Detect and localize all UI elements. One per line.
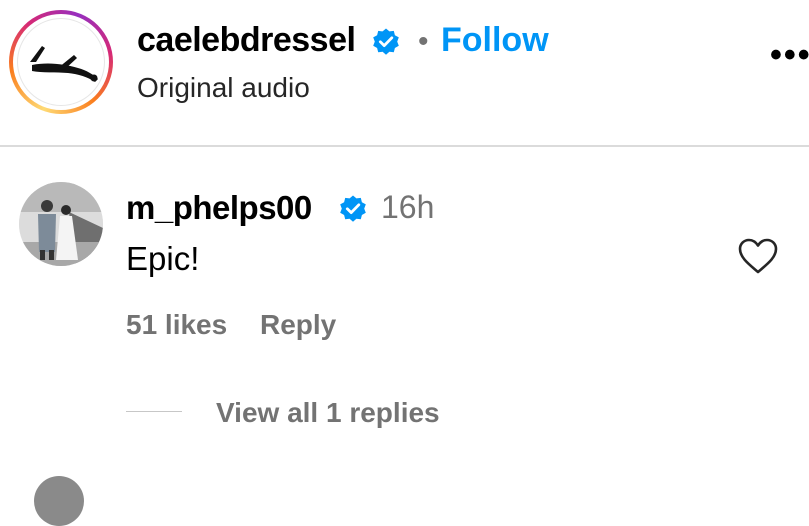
comment-username[interactable]: m_phelps00 [126, 189, 312, 227]
post-header: caelebdressel • Follow Original audio ••… [0, 0, 809, 145]
wedding-photo-avatar-icon [19, 182, 103, 266]
verified-badge-icon [371, 27, 401, 57]
separator-dot: • [418, 25, 429, 58]
header-divider [0, 145, 809, 147]
story-ring[interactable] [9, 10, 113, 114]
comment-timestamp[interactable]: 16h [381, 189, 434, 226]
more-options-icon[interactable]: ••• [770, 36, 809, 75]
avatar[interactable] [17, 18, 105, 106]
view-replies-button[interactable]: View all 1 replies [216, 397, 440, 429]
replies-line [126, 411, 182, 412]
follow-button[interactable]: Follow [441, 21, 549, 60]
like-heart-icon[interactable] [736, 236, 780, 276]
original-audio-link[interactable]: Original audio [137, 72, 310, 104]
swimmer-logo-icon [30, 46, 98, 82]
comment-text: Epic! [126, 240, 200, 277]
likes-count[interactable]: 51 likes [126, 309, 227, 341]
verified-badge-icon [338, 194, 368, 224]
ring-inner [13, 14, 109, 110]
reply-button[interactable]: Reply [260, 309, 336, 341]
post-username[interactable]: caelebdressel [137, 21, 356, 60]
comment-avatar[interactable] [19, 182, 103, 266]
